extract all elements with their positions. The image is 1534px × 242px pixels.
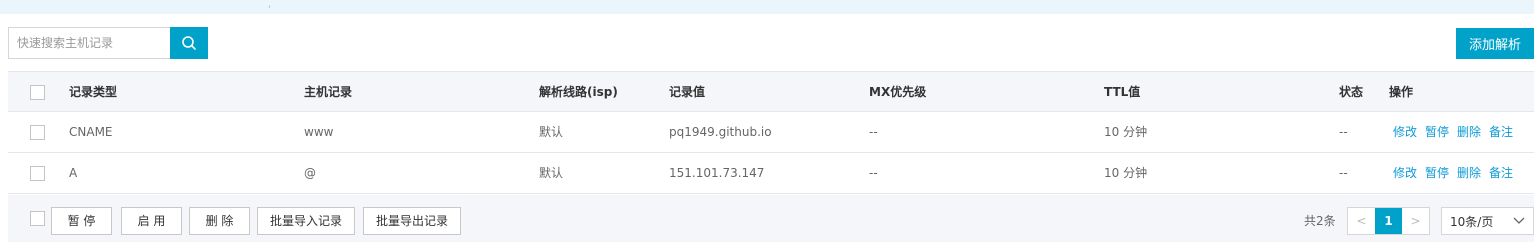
column-header-type: 记录类型	[69, 85, 118, 99]
page-size-select[interactable]: 10条/页	[1441, 207, 1534, 235]
record-host: @	[304, 166, 316, 180]
page-size-label: 10条/页	[1450, 214, 1494, 229]
prev-page-button[interactable]: <	[1348, 208, 1375, 234]
bulk-delete-button[interactable]: 删 除	[189, 207, 250, 235]
search-input[interactable]	[8, 27, 170, 59]
column-header-host: 主机记录	[304, 85, 353, 99]
record-type: A	[69, 166, 78, 180]
delete-link[interactable]: 删除	[1457, 125, 1481, 139]
row-checkbox[interactable]	[30, 125, 45, 140]
bulk-import-button[interactable]: 批量导入记录	[257, 207, 355, 235]
total-count: 共2条	[1304, 214, 1336, 228]
record-host: www	[304, 125, 334, 139]
pause-link[interactable]: 暂停	[1425, 166, 1449, 180]
bulk-enable-button[interactable]: 启 用	[121, 207, 182, 235]
record-status: --	[1339, 125, 1348, 139]
search-icon	[182, 36, 196, 50]
record-type: CNAME	[69, 125, 113, 139]
record-value: pq1949.github.io	[669, 125, 772, 139]
column-header-mx: MX优先级	[869, 85, 927, 99]
row-actions: 修改 暂停 删除 备注	[1393, 112, 1521, 152]
column-header-status: 状态	[1339, 85, 1364, 99]
search-button[interactable]	[170, 27, 208, 59]
column-header-line: 解析线路(isp)	[539, 85, 618, 99]
chevron-down-icon	[1513, 217, 1525, 224]
table-row: A @ 默认 151.101.73.147 -- 10 分钟 -- 修改 暂停 删除…	[8, 153, 1534, 194]
note-link[interactable]: 备注	[1489, 166, 1513, 180]
record-line: 默认	[539, 125, 564, 139]
record-mx: --	[869, 166, 878, 180]
record-value: 151.101.73.147	[669, 166, 765, 180]
record-ttl: 10 分钟	[1104, 166, 1148, 180]
page-1-button[interactable]: 1	[1375, 208, 1402, 234]
table-footer: 暂 停 启 用 删 除 批量导入记录 批量导出记录 共2条 < 1 > 10条/…	[8, 195, 1534, 242]
edit-link[interactable]: 修改	[1393, 125, 1417, 139]
row-actions: 修改 暂停 删除 备注	[1393, 153, 1521, 193]
bulk-export-button[interactable]: 批量导出记录	[363, 207, 461, 235]
footer-select-all-checkbox[interactable]	[30, 211, 45, 226]
record-status: --	[1339, 166, 1348, 180]
dns-record-table: 记录类型 主机记录 解析线路(isp) 记录值 MX优先级 TTL值 状态 操作…	[8, 71, 1534, 194]
column-header-value: 记录值	[669, 85, 706, 99]
delete-link[interactable]: 删除	[1457, 166, 1481, 180]
edit-link[interactable]: 修改	[1393, 166, 1417, 180]
next-page-button[interactable]: >	[1402, 208, 1429, 234]
record-mx: --	[869, 125, 878, 139]
column-header-actions: 操作	[1389, 85, 1414, 99]
search-bar	[8, 27, 208, 59]
bulk-pause-button[interactable]: 暂 停	[51, 207, 112, 235]
notice-banner: ,	[0, 0, 1534, 14]
record-ttl: 10 分钟	[1104, 125, 1148, 139]
select-all-checkbox[interactable]	[30, 85, 45, 100]
column-header-ttl: TTL值	[1104, 85, 1141, 99]
add-record-button[interactable]: 添加解析	[1456, 28, 1534, 59]
record-line: 默认	[539, 166, 564, 180]
pagination: < 1 >	[1347, 207, 1430, 235]
pause-link[interactable]: 暂停	[1425, 125, 1449, 139]
row-checkbox[interactable]	[30, 166, 45, 181]
table-row: CNAME www 默认 pq1949.github.io -- 10 分钟 -…	[8, 112, 1534, 153]
note-link[interactable]: 备注	[1489, 125, 1513, 139]
table-header: 记录类型 主机记录 解析线路(isp) 记录值 MX优先级 TTL值 状态 操作	[8, 71, 1534, 112]
